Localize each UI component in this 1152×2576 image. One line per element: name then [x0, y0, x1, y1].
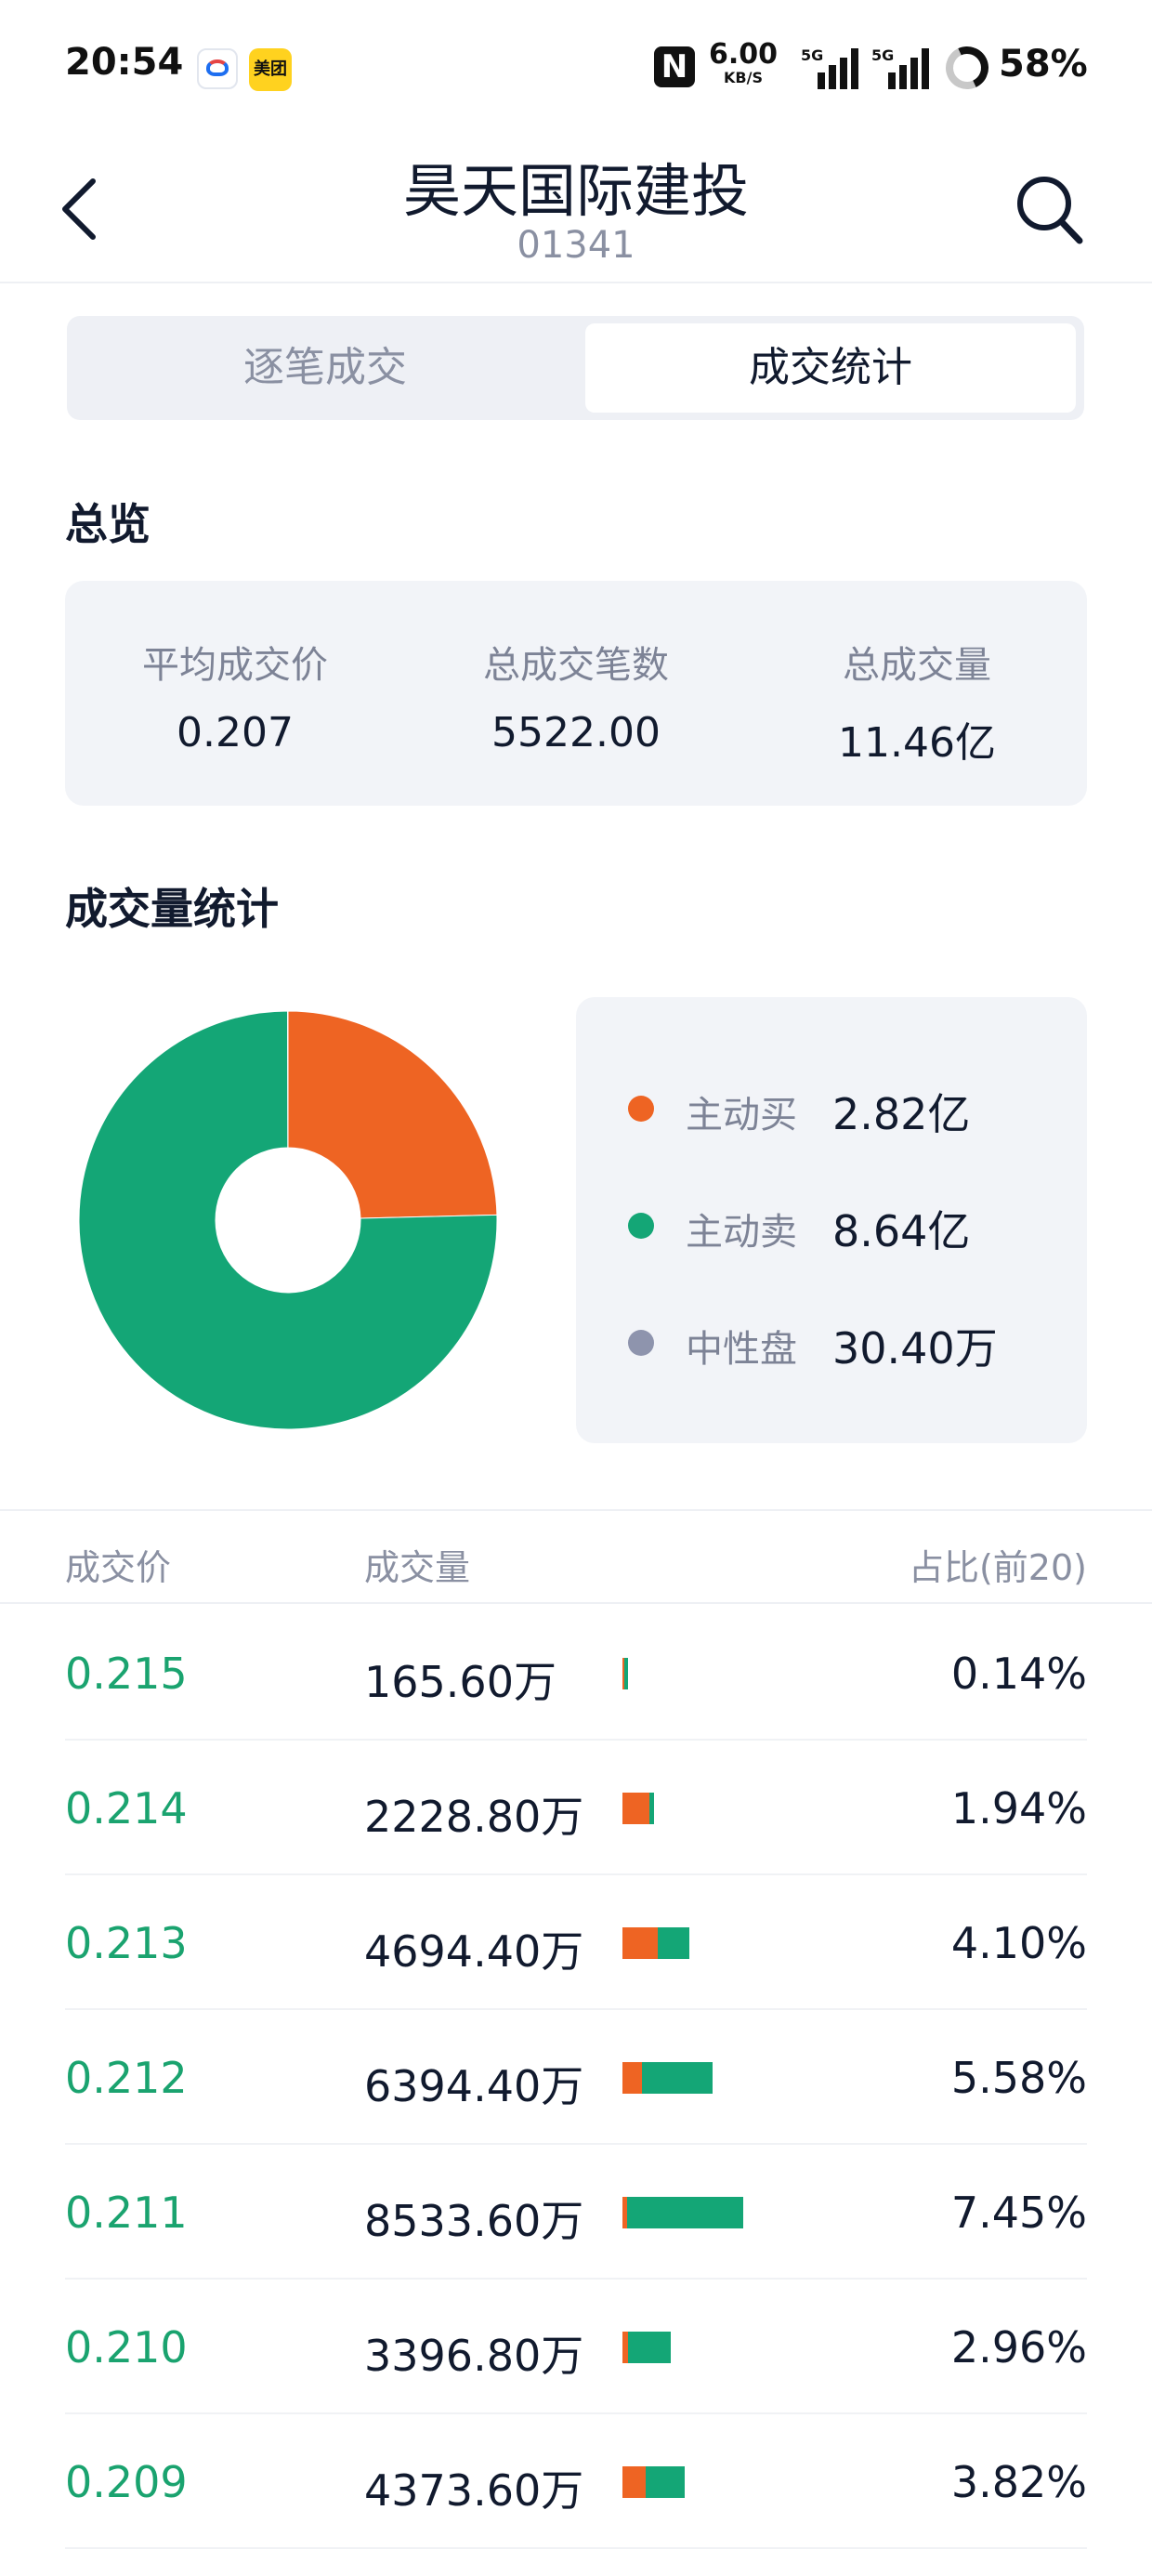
bar-buy-segment: [622, 2466, 647, 2498]
signal-tag: 5G: [801, 46, 824, 64]
table-header: 成交价 成交量 占比(前20): [0, 1511, 1152, 1604]
table-row[interactable]: 0.212 6394.40万 5.58%: [0, 2010, 1152, 2145]
overview-value: 0.207: [177, 709, 294, 756]
legend-value: 2.82亿: [832, 1089, 971, 1139]
network-speed: 6.00 KB/S: [706, 41, 780, 85]
legend-label: 主动卖: [686, 1211, 797, 1254]
row-price: 0.215: [65, 1649, 188, 1699]
signal-icon: 5G: [801, 46, 862, 89]
tab-trade-statistics[interactable]: 成交统计: [585, 323, 1076, 413]
status-time: 20:54: [65, 41, 184, 84]
donut-slice-0: [287, 1011, 497, 1219]
overview-label: 平均成交价: [142, 644, 328, 687]
signal-icon-2: 5G: [871, 46, 933, 89]
overview-value: 11.46亿: [838, 719, 996, 767]
bar-buy-segment: [622, 1927, 658, 1959]
overview-label: 总成交量: [843, 644, 991, 687]
row-percentage: 7.45%: [950, 2188, 1087, 2238]
row-volume: 4373.60万: [364, 2465, 584, 2516]
legend-label: 中性盘: [686, 1328, 797, 1371]
network-speed-value: 6.00: [708, 38, 779, 71]
volume-legend-card: 主动买 2.82亿 主动卖 8.64亿 中性盘 30.40万: [576, 997, 1087, 1443]
row-price: 0.210: [65, 2322, 188, 2372]
row-percentage: 2.96%: [950, 2322, 1087, 2372]
overview-card: 平均成交价 0.207 总成交笔数 5522.00 总成交量 11.46亿: [65, 581, 1087, 806]
overview-label: 总成交笔数: [483, 644, 669, 687]
row-price: 0.209: [65, 2457, 188, 2507]
table-row[interactable]: 0.215 165.60万 0.14%: [0, 1606, 1152, 1741]
bar-sell-segment: [628, 2332, 671, 2363]
meituan-app-icon: 美团: [249, 48, 292, 91]
page-header: 昊天国际建投 01341: [0, 135, 1152, 283]
row-volume-bar: [622, 2197, 743, 2228]
row-volume: 165.60万: [364, 1657, 556, 1707]
legend-value: 8.64亿: [832, 1206, 971, 1256]
bar-sell-segment: [627, 2197, 743, 2228]
search-button[interactable]: [1013, 168, 1087, 248]
row-volume: 8533.60万: [364, 2196, 584, 2246]
status-bar: 20:54 美团 N 6.00 KB/S 5G 5G 58%: [0, 0, 1152, 135]
row-divider: [65, 2547, 1087, 2549]
trade-price-table: 0.215 165.60万 0.14% 0.214 2228.80万 1.94%…: [0, 1606, 1152, 2549]
segmented-tabs: 逐笔成交 成交统计: [67, 316, 1084, 420]
row-volume: 2228.80万: [364, 1792, 584, 1842]
battery-icon: [939, 40, 995, 96]
column-header-price[interactable]: 成交价: [65, 1539, 171, 1590]
volume-donut-chart: [79, 1011, 497, 1429]
row-volume-bar: [622, 2332, 671, 2363]
row-volume: 3396.80万: [364, 2331, 584, 2381]
bar-buy-segment: [622, 2062, 643, 2094]
search-icon: [1017, 177, 1083, 244]
overview-title: 总览: [65, 499, 151, 549]
bar-sell-segment: [657, 1927, 689, 1959]
overview-total-trades: 总成交笔数 5522.00: [406, 635, 746, 756]
bar-sell-segment: [642, 2062, 713, 2094]
map-app-icon: [197, 48, 238, 89]
table-row[interactable]: 0.211 8533.60万 7.45%: [0, 2145, 1152, 2280]
battery-percent: 58%: [999, 43, 1088, 85]
row-percentage: 4.10%: [950, 1918, 1087, 1968]
tab-trade-by-trade[interactable]: 逐笔成交: [74, 323, 576, 413]
row-volume-bar: [622, 2062, 713, 2094]
volume-stats-title: 成交量统计: [65, 884, 279, 934]
row-percentage: 5.58%: [950, 2053, 1087, 2103]
stock-code: 01341: [517, 224, 635, 267]
row-price: 0.211: [65, 2188, 188, 2238]
table-row[interactable]: 0.210 3396.80万 2.96%: [0, 2280, 1152, 2414]
bar-buy-segment: [622, 1793, 649, 1824]
signal-tag-2: 5G: [871, 46, 895, 64]
table-row[interactable]: 0.214 2228.80万 1.94%: [0, 1741, 1152, 1875]
legend-dot: [628, 1330, 654, 1356]
nfc-icon: N: [654, 46, 695, 87]
row-volume-bar: [622, 1658, 628, 1689]
column-header-percentage[interactable]: 占比(前20): [909, 1539, 1087, 1590]
row-volume-bar: [622, 1927, 689, 1959]
row-price: 0.212: [65, 2053, 188, 2103]
legend-dot: [628, 1213, 654, 1239]
row-price: 0.213: [65, 1918, 188, 1968]
bar-sell-segment: [623, 1658, 628, 1689]
network-speed-unit: KB/S: [724, 69, 763, 86]
legend-value: 30.40万: [832, 1323, 998, 1373]
overview-value: 5522.00: [491, 709, 661, 756]
row-volume-bar: [622, 2466, 685, 2498]
row-percentage: 1.94%: [950, 1783, 1087, 1833]
row-price: 0.214: [65, 1783, 188, 1833]
row-percentage: 3.82%: [950, 2457, 1087, 2507]
column-header-volume[interactable]: 成交量: [364, 1539, 470, 1590]
legend-dot: [628, 1096, 654, 1122]
row-volume-bar: [622, 1793, 654, 1824]
page-title: 昊天国际建投: [402, 157, 749, 225]
overview-avg-price: 平均成交价 0.207: [65, 635, 405, 756]
table-row[interactable]: 0.209 4373.60万 3.82%: [0, 2414, 1152, 2549]
row-percentage: 0.14%: [950, 1649, 1087, 1699]
row-volume: 6394.40万: [364, 2061, 584, 2111]
table-row[interactable]: 0.213 4694.40万 4.10%: [0, 1875, 1152, 2010]
legend-label: 主动买: [686, 1094, 797, 1137]
row-volume: 4694.40万: [364, 1926, 584, 1977]
bar-sell-segment: [646, 2466, 685, 2498]
bar-sell-segment: [648, 1793, 654, 1824]
overview-total-volume: 总成交量 11.46亿: [747, 635, 1087, 769]
